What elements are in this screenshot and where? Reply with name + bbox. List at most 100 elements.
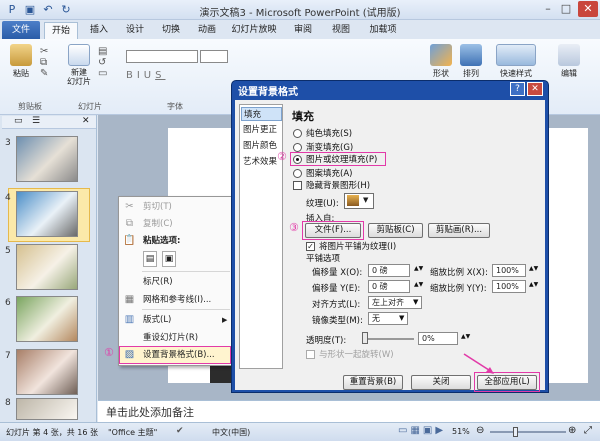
offset-y-input[interactable]: 0 磅	[368, 280, 410, 293]
tab-home[interactable]: 开始	[44, 22, 78, 39]
transparency-label: 透明度(T):	[306, 336, 347, 346]
edit-button[interactable]: 编辑	[552, 44, 586, 79]
spinner-icon[interactable]: ▲▼	[529, 265, 538, 272]
step-marker-3: ③	[289, 221, 299, 234]
zoom-level[interactable]: 51%	[452, 427, 470, 436]
scale-y-label: 缩放比例 Y(Y):	[430, 284, 487, 294]
hide-bg-checkbox[interactable]	[293, 181, 302, 190]
slide-thumbnail[interactable]	[16, 296, 78, 342]
slides-view-tab-icon[interactable]: ▭	[14, 116, 23, 126]
clipboard-button[interactable]: 剪贴板(C)	[368, 223, 423, 238]
spelling-icon[interactable]: ✔	[176, 426, 184, 436]
undo-icon[interactable]: ↶	[40, 2, 56, 18]
font-name-input[interactable]	[126, 50, 198, 63]
quick-styles-button[interactable]: 快速样式	[488, 44, 544, 79]
tab-review[interactable]: 审阅	[286, 22, 320, 39]
font-size-input[interactable]	[200, 50, 228, 63]
close-window-icon[interactable]: ✕	[578, 1, 598, 17]
radio-label: 纯色填充(S)	[306, 129, 353, 139]
view-buttons-icon[interactable]: ▭▦▣▶	[398, 425, 446, 436]
thumb-number: 7	[5, 351, 11, 361]
radio-pattern-fill[interactable]	[293, 169, 302, 178]
offset-x-label: 偏移量 X(O):	[312, 268, 363, 278]
spinner-icon[interactable]: ▲▼	[414, 281, 423, 288]
slide-thumbnail[interactable]	[16, 398, 78, 420]
reset-background-button[interactable]: 重置背景(B)	[343, 375, 403, 390]
thumb-number: 8	[5, 398, 11, 408]
menu-item-copy[interactable]: 复制(C)	[119, 216, 231, 232]
arrange-button[interactable]: 排列	[458, 44, 484, 79]
menu-item-grid-guides[interactable]: 网格和参考线(I)...	[119, 292, 231, 308]
menu-item-format-background[interactable]: 设置背景格式(B)...	[119, 347, 231, 363]
nav-picture-color[interactable]: 图片颜色	[241, 139, 282, 153]
tab-file[interactable]: 文件	[2, 21, 40, 39]
chevron-down-icon: ▼	[399, 314, 405, 322]
close-panel-icon[interactable]: ✕	[82, 116, 90, 126]
notes-placeholder: 单击此处添加备注	[106, 406, 194, 419]
nav-artistic-effects[interactable]: 艺术效果	[241, 155, 282, 169]
zoom-in-icon[interactable]: ⊕	[568, 425, 576, 436]
rotate-with-shape-checkbox[interactable]	[306, 350, 315, 359]
slide-thumbnail[interactable]	[16, 136, 78, 182]
zoom-out-icon[interactable]: ⊖	[476, 425, 484, 436]
file-button[interactable]: 文件(F)...	[305, 223, 361, 238]
radio-solid-fill[interactable]	[293, 129, 302, 138]
clipart-button[interactable]: 剪贴画(R)...	[428, 223, 490, 238]
transparency-slider[interactable]	[362, 338, 414, 340]
scale-x-input[interactable]: 100%	[492, 264, 526, 277]
slide-thumbnail[interactable]	[16, 244, 78, 290]
new-slide-button[interactable]: 新建 幻灯片	[62, 44, 96, 86]
help-icon[interactable]: ?	[510, 82, 525, 96]
language-text[interactable]: 中文(中国)	[212, 427, 250, 438]
paste-keep-icon[interactable]: ▤	[143, 251, 157, 267]
thumb-number: 3	[5, 138, 11, 148]
pointer-arrow-icon	[463, 353, 494, 374]
dialog-title: 设置背景格式	[238, 87, 298, 98]
theme-text[interactable]: "Office 主题"	[108, 427, 157, 438]
save-icon[interactable]: ▣	[22, 2, 38, 18]
tab-design[interactable]: 设计	[118, 22, 152, 39]
tab-transitions[interactable]: 切换	[154, 22, 188, 39]
zoom-thumb[interactable]	[513, 427, 518, 437]
paste-picture-icon[interactable]: ▣	[162, 251, 176, 267]
app-logo-icon[interactable]: P	[4, 2, 20, 18]
radio-picture-texture-fill[interactable]	[293, 155, 302, 164]
transparency-input[interactable]: 0%	[418, 332, 458, 345]
menu-item-cut[interactable]: 剪切(T)	[119, 199, 231, 215]
spinner-icon[interactable]: ▲▼	[414, 265, 423, 272]
slider-thumb[interactable]	[362, 332, 368, 344]
slide-thumbnail[interactable]	[16, 191, 78, 237]
fit-to-window-icon[interactable]: ⤢	[584, 425, 592, 436]
outline-view-tab-icon[interactable]: ☰	[32, 116, 40, 126]
paste-button[interactable]: 粘贴	[6, 44, 36, 79]
spinner-icon[interactable]: ▲▼	[461, 333, 470, 340]
tab-slideshow[interactable]: 幻灯片放映	[226, 22, 282, 39]
menu-item-reset-slide[interactable]: 重设幻灯片(R)	[119, 330, 231, 346]
clipboard-group-label: 剪贴板	[18, 102, 42, 111]
shapes-button[interactable]: 形状	[428, 44, 454, 79]
thumb-number: 5	[5, 246, 11, 256]
thumb-number: 4	[5, 193, 11, 203]
menu-item-ruler[interactable]: 标尺(R)	[119, 274, 231, 290]
radio-gradient-fill[interactable]	[293, 143, 302, 152]
nav-fill[interactable]: 填充	[241, 107, 282, 121]
offset-x-input[interactable]: 0 磅	[368, 264, 410, 277]
redo-icon[interactable]: ↻	[58, 2, 74, 18]
tab-view[interactable]: 视图	[324, 22, 358, 39]
nav-picture-corrections[interactable]: 图片更正	[241, 123, 282, 137]
chevron-down-icon: ▼	[363, 196, 369, 204]
zoom-slider[interactable]	[490, 431, 566, 433]
tab-insert[interactable]: 插入	[82, 22, 116, 39]
tab-addins[interactable]: 加载项	[362, 22, 404, 39]
spinner-icon[interactable]: ▲▼	[529, 281, 538, 288]
minimize-icon[interactable]: –	[540, 1, 556, 17]
menu-item-layout[interactable]: 版式(L)	[119, 312, 231, 328]
slide-photo-strip	[210, 366, 232, 383]
tab-animations[interactable]: 动画	[190, 22, 224, 39]
tile-checkbox[interactable]: ✓	[306, 242, 315, 251]
slide-thumbnail[interactable]	[16, 349, 78, 395]
scale-y-input[interactable]: 100%	[492, 280, 526, 293]
dialog-close-icon[interactable]: ✕	[527, 82, 543, 96]
new-slide-icon	[68, 44, 90, 66]
maximize-icon[interactable]: □	[558, 1, 574, 17]
